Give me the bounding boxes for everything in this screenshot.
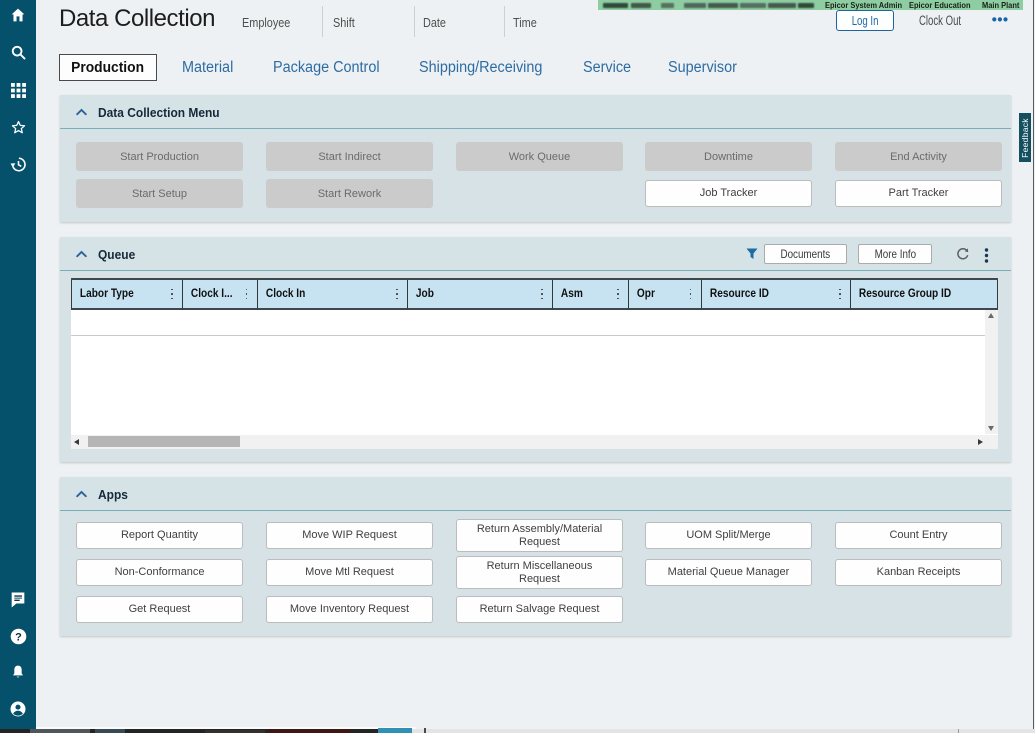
svg-text:?: ? [15, 631, 22, 643]
